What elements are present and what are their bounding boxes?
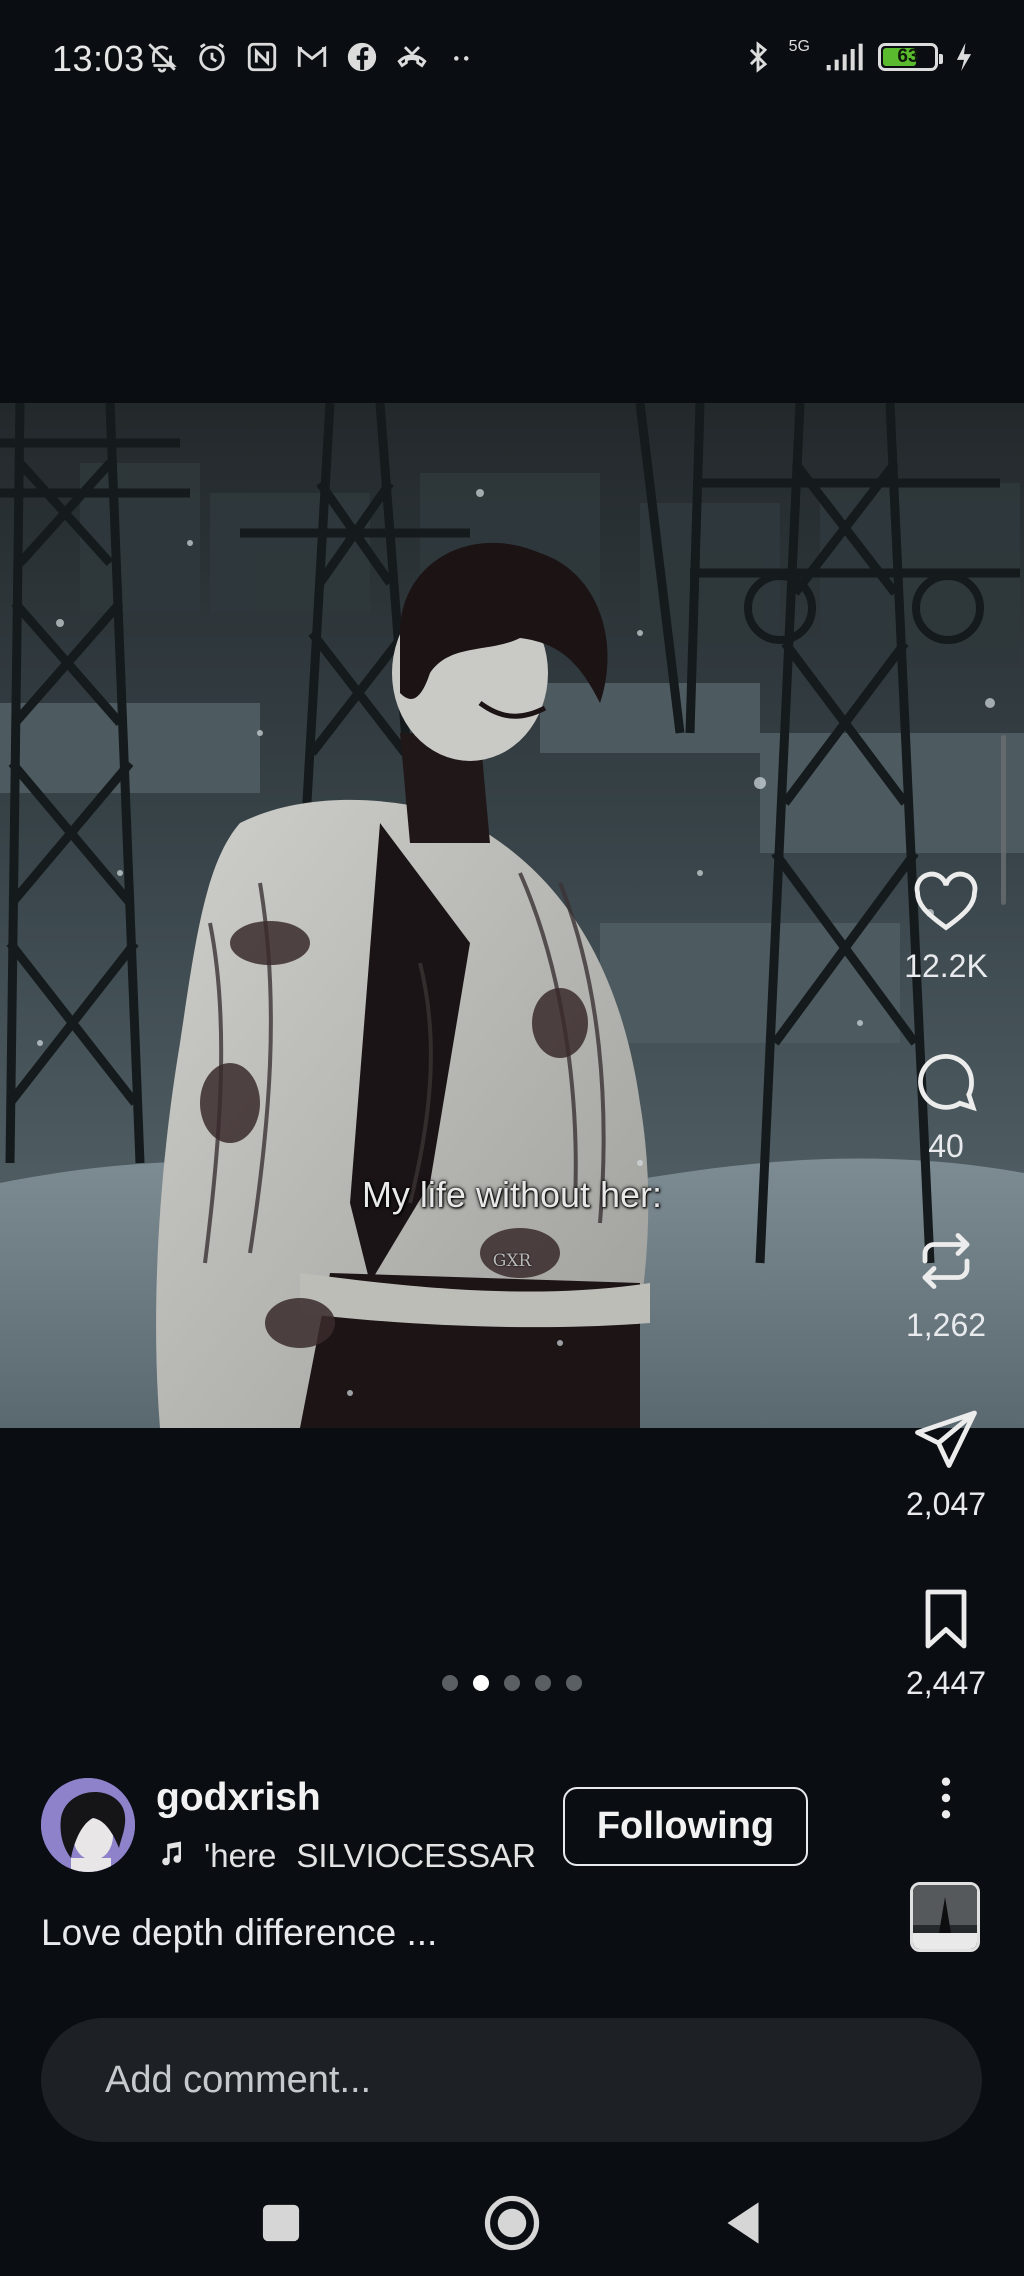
music-note-icon — [156, 1839, 190, 1873]
following-button[interactable]: Following — [563, 1787, 808, 1866]
pager-dot[interactable] — [535, 1675, 551, 1691]
system-icons: 5G 63 — [741, 38, 976, 74]
triangle-back-icon — [727, 2202, 759, 2244]
status-time: 13:03 — [52, 38, 145, 79]
pager-dot[interactable] — [566, 1675, 582, 1691]
music-title: 'here — [204, 1837, 277, 1874]
add-comment-input[interactable] — [105, 2058, 982, 2102]
alarm-icon — [195, 40, 229, 74]
repost-action[interactable]: 1,262 — [888, 1225, 1004, 1344]
like-count: 12.2K — [904, 948, 988, 984]
audio-thumbnail[interactable] — [910, 1882, 980, 1952]
send-icon[interactable] — [910, 1404, 982, 1476]
status-bar: 13:03 5G 63 — [0, 0, 1024, 124]
heart-icon[interactable] — [910, 866, 982, 938]
circle-home-icon — [484, 2195, 540, 2251]
bluetooth-icon — [741, 40, 775, 74]
anime-illustration — [0, 403, 1024, 1428]
battery-icon: 63 — [878, 43, 943, 71]
square-icon — [262, 2204, 300, 2242]
gmail-icon — [295, 40, 329, 74]
comment-count: 40 — [928, 1128, 964, 1164]
bookmark-icon[interactable] — [910, 1583, 982, 1655]
share-action[interactable]: 2,047 — [888, 1404, 1004, 1523]
facebook-icon — [345, 40, 379, 74]
author-avatar[interactable] — [41, 1778, 135, 1872]
media-caption-text: My life without her: — [361, 1174, 663, 1215]
recents-button[interactable] — [250, 2192, 312, 2254]
more-notifications-icon — [445, 40, 479, 74]
signal-icon — [824, 40, 864, 74]
post-media[interactable]: My life without her: GXR — [0, 403, 1024, 1428]
share-count: 2,047 — [905, 1486, 987, 1522]
author-username[interactable]: godxrish — [156, 1776, 321, 1820]
pager-dot[interactable] — [504, 1675, 520, 1691]
pager-dot[interactable] — [442, 1675, 458, 1691]
comment-action[interactable]: 40 — [888, 1046, 1004, 1165]
charging-icon — [952, 40, 976, 74]
post-caption[interactable]: Love depth difference ... — [41, 1912, 437, 1954]
comment-bar[interactable] — [41, 2018, 982, 2142]
nfc-icon — [245, 40, 279, 74]
repost-count: 1,262 — [905, 1307, 987, 1343]
missed-call-icon — [395, 40, 429, 74]
reels-screen: 13:03 5G 63 My life without her: GXR 12.… — [0, 0, 1024, 2276]
mute-bell-icon — [145, 40, 179, 74]
home-button[interactable] — [481, 2192, 543, 2254]
back-button[interactable] — [712, 2192, 774, 2254]
like-action[interactable]: 12.2K — [888, 866, 1004, 985]
pager-dot-active[interactable] — [473, 1675, 489, 1691]
comment-bubble-icon[interactable] — [910, 1046, 982, 1118]
repost-icon[interactable] — [910, 1225, 982, 1297]
system-nav-bar — [0, 2170, 1024, 2276]
more-options-icon[interactable] — [918, 1770, 974, 1826]
music-marquee[interactable]: 'here SILVIOCESSAR — [156, 1834, 536, 1878]
notification-icons — [145, 40, 479, 74]
music-artist: SILVIOCESSAR — [296, 1837, 536, 1874]
network-type: 5G — [788, 38, 810, 55]
media-watermark: GXR — [492, 1251, 532, 1271]
carousel-pager — [0, 1675, 1024, 1691]
battery-level: 63 — [897, 46, 919, 67]
